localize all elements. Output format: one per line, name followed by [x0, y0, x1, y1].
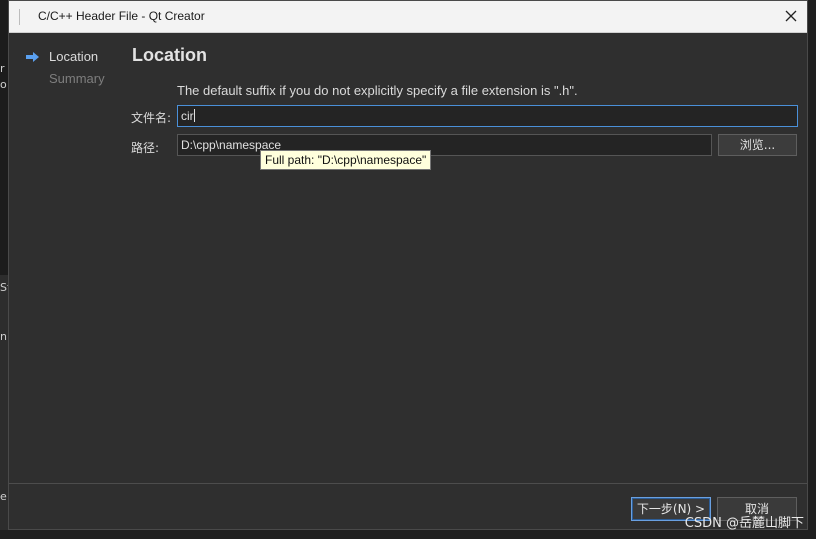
- background-panel: [0, 0, 8, 275]
- csdn-watermark: CSDN @岳麓山脚下: [684, 516, 804, 531]
- close-button[interactable]: [779, 5, 803, 27]
- filename-input[interactable]: cir: [177, 105, 798, 127]
- step-label: Summary: [49, 71, 105, 86]
- window-title: C/C++ Header File - Qt Creator: [38, 9, 205, 23]
- background-text: n: [0, 330, 7, 343]
- new-file-wizard-dialog: C/C++ Header File - Qt Creator Location …: [8, 0, 808, 530]
- wizard-steps: Location Summary: [25, 49, 105, 93]
- suffix-hint: The default suffix if you do not explici…: [177, 83, 578, 98]
- filename-value: cir: [181, 109, 194, 123]
- step-location: Location: [25, 49, 105, 71]
- text-caret: [193, 109, 195, 122]
- full-path-tooltip: Full path: "D:\cpp\namespace": [260, 150, 432, 170]
- background-text: e: [0, 490, 7, 503]
- filename-label: 文件名:: [131, 111, 172, 125]
- footer-divider: [9, 483, 807, 484]
- arrow-right-icon: [26, 52, 39, 62]
- page-title: Location: [132, 45, 207, 65]
- step-summary: Summary: [25, 71, 105, 93]
- title-bar[interactable]: C/C++ Header File - Qt Creator: [9, 1, 807, 33]
- path-label: 路径:: [131, 141, 160, 155]
- browse-button[interactable]: 浏览...: [718, 134, 797, 156]
- path-input[interactable]: D:\cpp\namespace: [177, 134, 712, 156]
- step-label: Location: [49, 49, 99, 64]
- background-text: o: [0, 78, 7, 91]
- background-text: r: [0, 62, 5, 75]
- close-icon: [785, 10, 797, 22]
- app-icon: [19, 9, 26, 25]
